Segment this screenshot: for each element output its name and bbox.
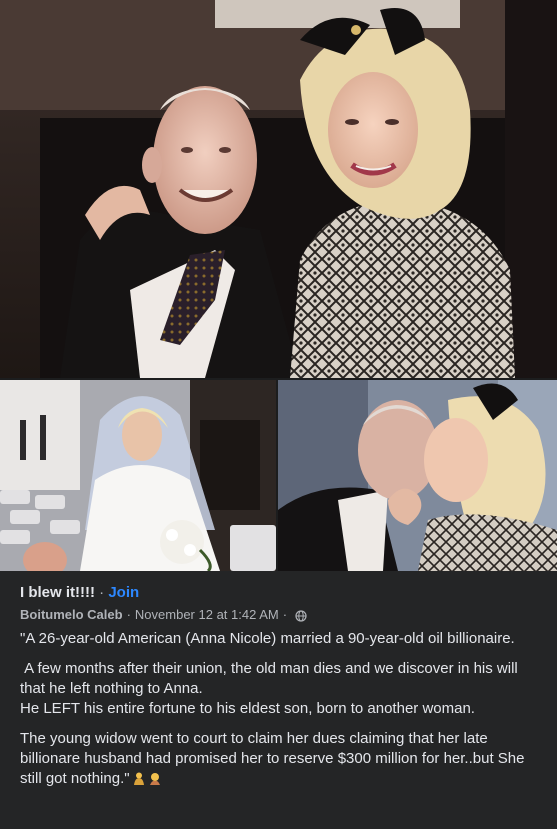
- separator-dot: ·: [99, 584, 105, 601]
- facebook-post: I blew it!!!! · Join Boitumelo Caleb · N…: [0, 0, 557, 829]
- post-meta: Boitumelo Caleb · November 12 at 1:42 AM…: [20, 606, 544, 624]
- author-name-link[interactable]: Boitumelo Caleb: [20, 606, 123, 624]
- post-body: "A 26-year-old American (Anna Nicole) ma…: [20, 629, 544, 789]
- join-button[interactable]: Join: [108, 584, 139, 601]
- bride-wedding-photo[interactable]: [0, 380, 276, 571]
- post-paragraph: He LEFT his entire fortune to his eldest…: [20, 700, 475, 717]
- person-bowing-emoji: [132, 771, 146, 785]
- post-content: I blew it!!!! · Join Boitumelo Caleb · N…: [20, 583, 544, 799]
- post-header: I blew it!!!! · Join: [20, 583, 544, 603]
- person-gesturing-emoji: [148, 771, 162, 785]
- post-paragraph: A few months after their union, the old …: [20, 659, 544, 699]
- couple-portrait-photo[interactable]: [0, 0, 557, 378]
- post-paragraph: The young widow went to court to claim h…: [20, 729, 544, 789]
- separator-dot: ·: [126, 607, 131, 622]
- group-name-link[interactable]: I blew it!!!!: [20, 584, 95, 601]
- post-paragraph-text: The young widow went to court to claim h…: [20, 730, 525, 787]
- globe-icon[interactable]: [295, 609, 307, 622]
- post-paragraph-text: A few months after their union, the old …: [20, 660, 518, 697]
- separator-dot: ·: [282, 607, 288, 622]
- post-timestamp-link[interactable]: November 12 at 1:42 AM: [135, 606, 279, 624]
- post-paragraph: "A 26-year-old American (Anna Nicole) ma…: [20, 630, 515, 647]
- couple-kiss-photo[interactable]: [278, 380, 557, 571]
